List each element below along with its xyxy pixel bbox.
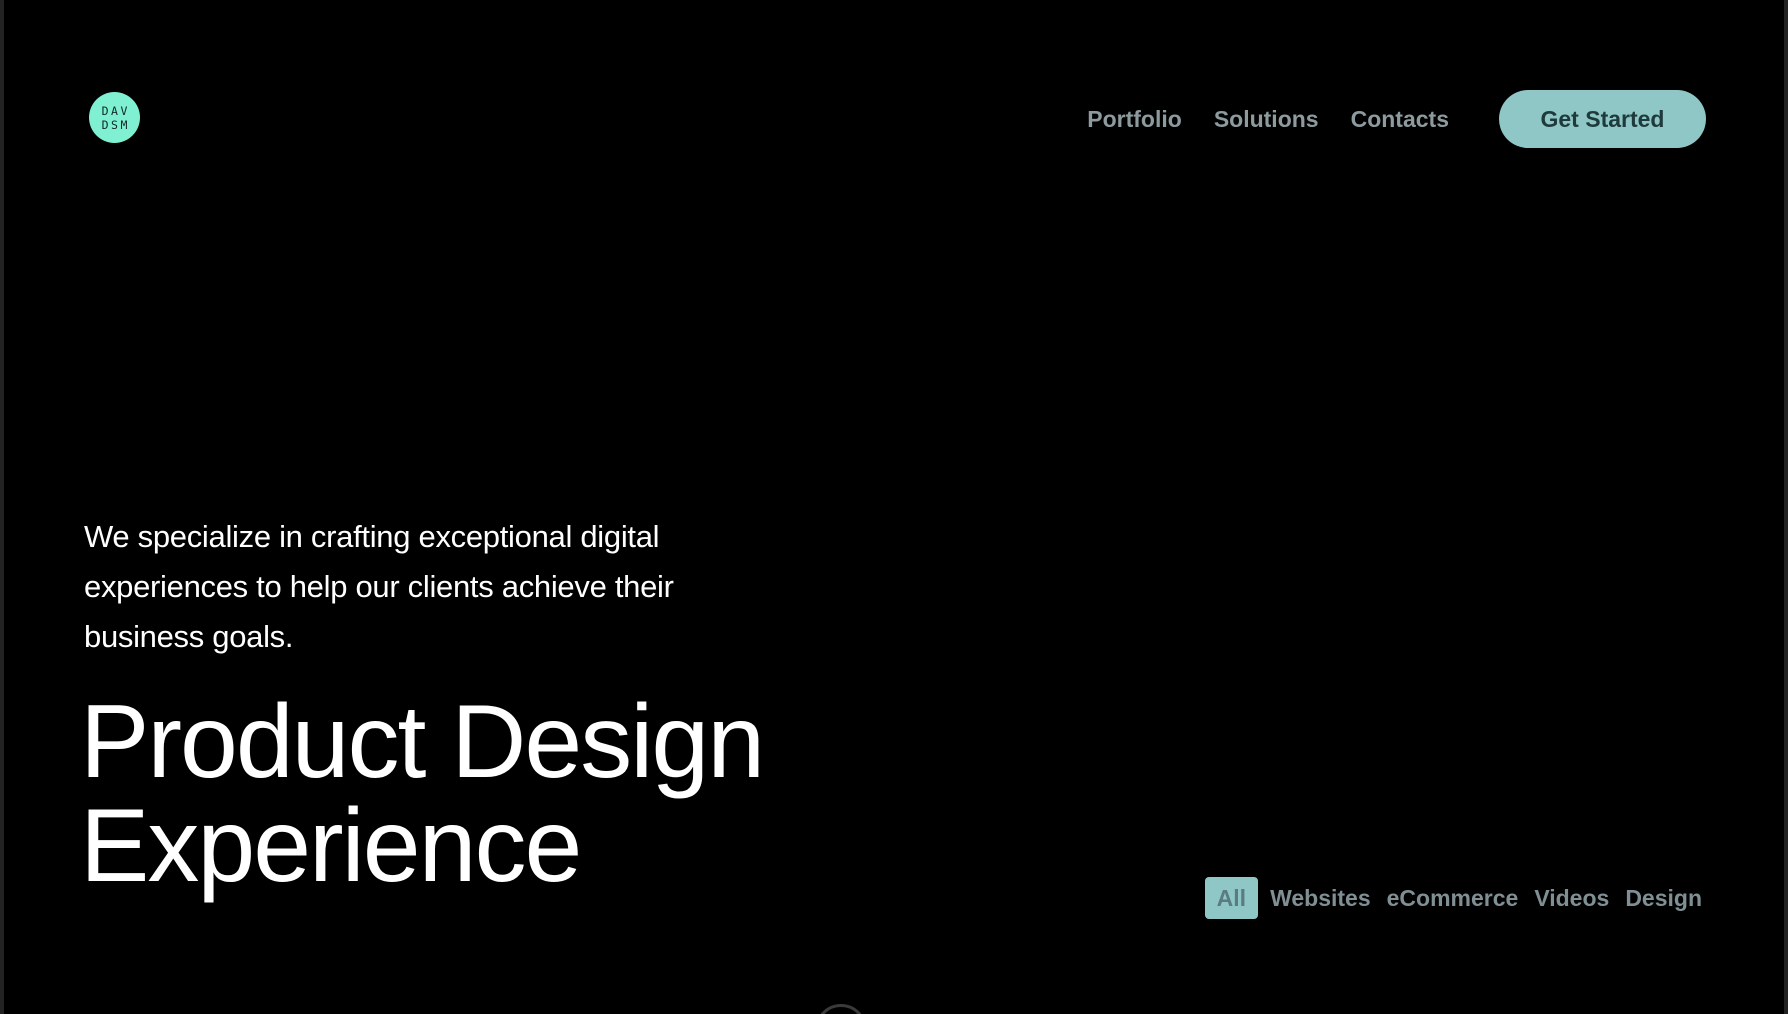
hero-headline-line-1: Product Design [80,684,765,800]
window-edge-left [0,0,4,1014]
logo-line-2: DSM [101,117,130,132]
main-nav: Portfolio Solutions Contacts [1087,104,1449,134]
filter-tab-ecommerce[interactable]: eCommerce [1383,877,1523,919]
get-started-button[interactable]: Get Started [1499,90,1706,148]
hero-headline-line-2: Experience [80,788,582,904]
filter-tab-all[interactable]: All [1204,877,1259,919]
brand-logo[interactable]: DAV DSM [89,92,140,143]
nav-link-contacts[interactable]: Contacts [1351,104,1449,134]
logo-line-1: DAV [101,103,130,118]
portfolio-filter-tabs: All Websites eCommerce Videos Design [1204,877,1706,919]
hero-headline: Product Design Experience [80,690,765,898]
filter-tab-videos[interactable]: Videos [1530,877,1613,919]
nav-link-solutions[interactable]: Solutions [1214,104,1319,134]
filter-tab-websites[interactable]: Websites [1266,877,1375,919]
filter-tab-design[interactable]: Design [1621,877,1706,919]
scroll-indicator[interactable] [815,1004,867,1014]
window-edge-right [1784,0,1788,1014]
hero-tagline: We specialize in crafting exceptional di… [84,519,674,654]
nav-link-portfolio[interactable]: Portfolio [1087,104,1182,134]
